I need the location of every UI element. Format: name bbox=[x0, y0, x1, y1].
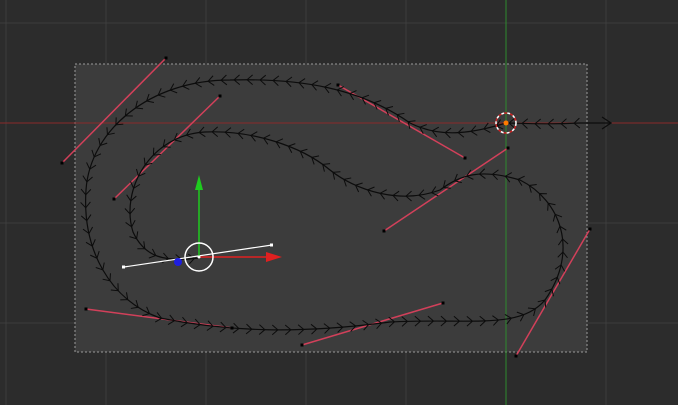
viewport-canvas[interactable] bbox=[0, 0, 678, 405]
control-point[interactable] bbox=[300, 343, 304, 347]
control-point[interactable] bbox=[84, 307, 88, 311]
camera-frame bbox=[74, 63, 588, 353]
control-point[interactable] bbox=[112, 197, 116, 201]
control-point[interactable] bbox=[441, 301, 445, 305]
control-point[interactable] bbox=[506, 146, 510, 150]
selected-handle-point[interactable] bbox=[270, 243, 273, 247]
control-point[interactable] bbox=[336, 83, 340, 87]
control-point[interactable] bbox=[218, 94, 222, 98]
control-point[interactable] bbox=[382, 229, 386, 233]
gizmo-z-handle[interactable] bbox=[174, 258, 182, 266]
control-point[interactable] bbox=[60, 161, 64, 165]
control-point[interactable] bbox=[230, 326, 234, 330]
selected-handle-point[interactable] bbox=[122, 265, 125, 269]
control-point[interactable] bbox=[588, 227, 592, 231]
gizmo-center-dot[interactable] bbox=[197, 255, 201, 259]
control-point[interactable] bbox=[514, 354, 518, 358]
control-point[interactable] bbox=[463, 156, 467, 160]
3d-viewport[interactable] bbox=[0, 0, 678, 405]
control-point[interactable] bbox=[164, 56, 168, 60]
